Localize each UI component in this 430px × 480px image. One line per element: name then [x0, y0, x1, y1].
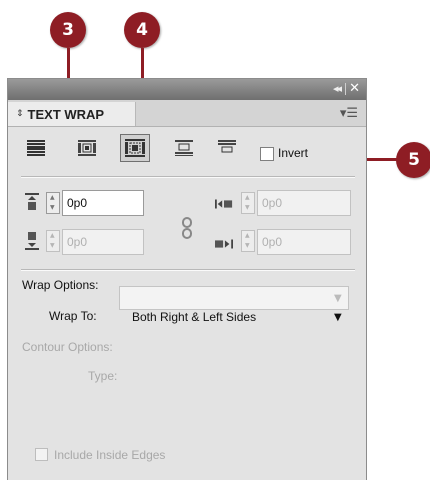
wrap-to-label: Wrap To:: [49, 309, 97, 323]
top-offset-icon: [25, 193, 39, 210]
wrap-to-dropdown[interactable]: Both Right & Left Sides: [132, 310, 256, 324]
jump-next-column-button[interactable]: [216, 138, 238, 158]
bottom-offset-stepper[interactable]: ▲ ▼: [46, 230, 60, 252]
contour-options-label: Contour Options:: [22, 340, 113, 354]
divider: [21, 176, 355, 178]
wrap-object-shape-icon: [125, 139, 145, 157]
top-offset-stepper[interactable]: ▲ ▼: [46, 192, 60, 214]
top-offset-field[interactable]: 0p0: [62, 190, 144, 216]
invert-label: Invert: [278, 146, 309, 160]
divider: [21, 269, 355, 271]
panel-titlebar[interactable]: ◂◂ ✕: [8, 79, 366, 100]
include-inside-edges-checkbox[interactable]: [35, 448, 48, 461]
callout-3: 3: [50, 12, 86, 48]
jump-next-column-icon: [218, 140, 236, 153]
wrap-to-dropdown-arrow-icon[interactable]: ▼: [334, 312, 342, 323]
contour-type-arrow-icon[interactable]: ▼: [334, 293, 342, 304]
right-offset-stepper[interactable]: ▲ ▼: [241, 230, 255, 252]
no-text-wrap-button[interactable]: [25, 138, 47, 158]
tab-toggle-icon[interactable]: ⇕: [16, 109, 24, 119]
panel-menu-icon[interactable]: ▾☰: [340, 106, 358, 121]
callout-5: 5: [396, 142, 430, 178]
right-offset-field[interactable]: 0p0: [257, 229, 351, 255]
titlebar-divider: [345, 83, 346, 95]
no-text-wrap-icon: [27, 140, 45, 156]
collapse-icon[interactable]: ◂◂: [333, 82, 342, 95]
bottom-offset-field[interactable]: 0p0: [62, 229, 144, 255]
wrap-options-label: Wrap Options:: [22, 278, 99, 292]
right-offset-icon: [215, 239, 233, 249]
contour-type-dropdown[interactable]: [119, 286, 349, 310]
invert-checkbox[interactable]: [260, 147, 274, 161]
close-icon[interactable]: ✕: [349, 81, 360, 96]
type-label: Type:: [88, 369, 118, 383]
left-offset-stepper[interactable]: ▲ ▼: [241, 192, 255, 214]
text-wrap-panel: ◂◂ ✕ ⇕ TEXT WRAP ▾☰ Invert ▲ ▼ 0p0 ▲ ▼ 0…: [7, 78, 367, 480]
wrap-bounding-box-button[interactable]: [76, 138, 98, 158]
wrap-bounding-box-icon: [78, 140, 96, 156]
jump-object-button[interactable]: [173, 138, 195, 158]
left-offset-icon: [215, 199, 233, 209]
callout-4: 4: [124, 12, 160, 48]
include-inside-edges-label: Include Inside Edges: [54, 448, 166, 462]
tab-text-wrap[interactable]: ⇕ TEXT WRAP: [8, 102, 136, 126]
jump-object-icon: [175, 140, 193, 156]
tab-label: TEXT WRAP: [27, 106, 105, 122]
panel-tab-row: ⇕ TEXT WRAP ▾☰: [8, 100, 366, 127]
bottom-offset-icon: [25, 232, 39, 250]
left-offset-field[interactable]: 0p0: [257, 190, 351, 216]
wrap-object-shape-button[interactable]: [120, 134, 150, 162]
link-offsets-icon[interactable]: [181, 217, 193, 239]
